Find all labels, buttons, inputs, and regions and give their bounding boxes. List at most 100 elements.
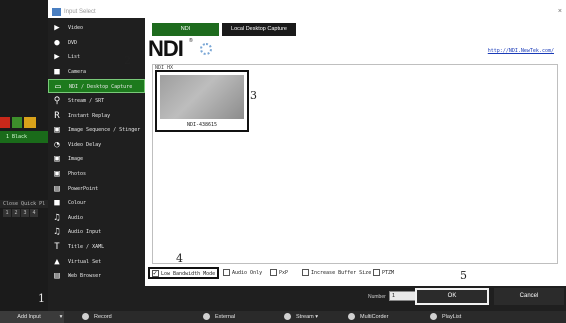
sidebar-item[interactable]: ▣ Photos	[48, 167, 145, 181]
instant-replay-icon: R	[54, 110, 60, 121]
ok-button[interactable]: OK	[415, 288, 489, 305]
sidebar-item[interactable]: ■ Colour	[48, 196, 145, 210]
sidebar-item-label: DVD	[68, 39, 78, 46]
sidebar-item-label: Stream / SRT	[68, 98, 105, 104]
dialog-title: Input Select	[64, 9, 96, 15]
annotation-5: 5	[460, 269, 467, 282]
sidebar-item[interactable]: ♫ Audio	[48, 211, 145, 225]
annotation-3: 3	[250, 89, 257, 102]
add-input-button[interactable]: Add Input	[0, 311, 58, 323]
dvd-icon: ●	[54, 37, 60, 48]
tab-ndi[interactable]: NDI	[152, 23, 219, 36]
sidebar-item[interactable]: R Instant Replay	[48, 109, 145, 123]
input-number-button[interactable]: 2	[12, 209, 20, 217]
sidebar-item-label: Title / XAML	[68, 244, 105, 250]
camera-icon: ■	[54, 66, 60, 77]
sidebar-item-label: Colour	[68, 200, 87, 207]
source-name: NDI-438615	[186, 122, 218, 128]
stream-icon: ⚲	[53, 96, 61, 106]
cancel-button[interactable]: Cancel	[494, 288, 564, 305]
low-bandwidth-label: Low Bandwidth Mode	[161, 271, 216, 277]
checkbox-icon[interactable]	[302, 269, 309, 276]
external-button[interactable]: External	[203, 311, 235, 323]
sidebar-item-label: Audio Input	[68, 229, 102, 236]
sidebar-item[interactable]: ▲ Virtual Set	[48, 255, 145, 269]
sidebar-item-label: Audio	[68, 214, 84, 221]
sidebar-item-label: Photos	[68, 171, 87, 177]
increase-buffer-checkbox[interactable]: Increase Buffer Size	[302, 268, 371, 279]
sidebar-item[interactable]: ▶ Video	[48, 21, 145, 35]
video-icon: ▶	[54, 23, 60, 33]
sidebar-item[interactable]: ▣ Image Sequence / Stinger	[48, 123, 145, 137]
checkbox-icon[interactable]	[223, 269, 230, 276]
record-button[interactable]: Record	[82, 311, 112, 323]
ndi-website-link[interactable]: http://NDI.NewTek.com/	[488, 48, 554, 54]
input-select-dialog: Input Select × ▶ Video ● DVD ▶ List ■ Camera ▭ ND…	[48, 0, 566, 311]
sidebar-item-label: Camera	[68, 68, 87, 75]
preview-thumbnail-red	[0, 117, 10, 128]
app-icon	[52, 8, 61, 16]
close-icon[interactable]: ×	[558, 7, 562, 17]
sidebar-item-label: Image Sequence / Stinger	[68, 127, 141, 134]
image-icon: ▣	[54, 154, 60, 165]
input-black-label[interactable]: 1 Black	[0, 131, 48, 143]
ptzm-label: PTZM	[382, 270, 395, 276]
multicorder-label: MultiCorder	[360, 314, 389, 320]
sidebar-item[interactable]: ▤ Web Browser	[48, 269, 145, 283]
sidebar-item-label: Video Delay	[68, 141, 102, 148]
gear-icon	[203, 313, 210, 321]
sidebar-item-label: PowerPoint	[68, 185, 99, 192]
web-browser-icon: ▤	[54, 271, 60, 282]
sidebar-item[interactable]: T Title / XAML	[48, 240, 145, 254]
sidebar-item[interactable]: ◔ Video Delay	[48, 138, 145, 152]
checkbox-icon[interactable]	[373, 269, 380, 276]
virtual-set-icon: ▲	[54, 256, 60, 267]
sidebar-item-label: NDI / Desktop Capture	[69, 84, 133, 91]
pxp-checkbox[interactable]: PxP	[270, 268, 288, 279]
sidebar-item[interactable]: ▭ NDI / Desktop Capture	[48, 79, 145, 94]
increase-buffer-label: Increase Buffer Size	[311, 270, 372, 276]
input-number-button[interactable]: 4	[30, 209, 38, 217]
low-bandwidth-checkbox[interactable]: Low Bandwidth Mode	[148, 267, 220, 279]
powerpoint-icon: ▤	[54, 183, 60, 194]
close-quick-play-label: Close Quick Pl	[0, 200, 48, 208]
dialog-footer: Number 1 ⌄ OK Cancel	[48, 286, 566, 311]
list-icon: ▶	[54, 52, 60, 63]
audio-only-label: Audio Only	[232, 270, 263, 276]
preview-thumbnail-yellow	[24, 117, 36, 128]
loading-spinner-icon	[200, 43, 212, 55]
sidebar-item[interactable]: ● DVD	[48, 36, 145, 50]
background-app-panel: 1 Black Close Quick Pl 1 2 3 4	[0, 0, 48, 315]
playlist-button[interactable]: PlayList	[430, 311, 461, 323]
sidebar-item[interactable]: ▣ Image	[48, 152, 145, 166]
audio-icon: ♫	[54, 212, 60, 223]
ptzm-checkbox[interactable]: PTZM	[373, 268, 394, 279]
sidebar-item-label: Video	[68, 25, 84, 31]
input-number-button[interactable]: 1	[3, 209, 11, 217]
title-icon: T	[54, 242, 60, 252]
gear-icon	[430, 313, 437, 321]
number-value: 1	[392, 293, 396, 299]
add-input-dropdown-icon[interactable]: ▾	[58, 311, 64, 323]
sidebar-item[interactable]: ♫ Audio Input	[48, 225, 145, 239]
sidebar-item[interactable]: ▤ PowerPoint	[48, 182, 145, 196]
sidebar-item-label: Web Browser	[68, 273, 102, 280]
pxp-label: PxP	[279, 270, 289, 276]
annotation-2: 2	[124, 54, 131, 67]
sidebar-item[interactable]: ⚲ Stream / SRT	[48, 94, 145, 108]
stream-button[interactable]: Stream ▾	[284, 311, 318, 323]
audio-only-checkbox[interactable]: Audio Only	[223, 268, 262, 279]
input-number-button[interactable]: 3	[21, 209, 29, 217]
photos-icon: ▣	[54, 169, 60, 179]
dialog-titlebar: Input Select ×	[48, 7, 566, 17]
multicorder-button[interactable]: MultiCorder	[348, 311, 388, 323]
preview-thumbnail-green	[12, 117, 22, 128]
checkbox-icon[interactable]	[270, 269, 277, 276]
ndi-source-card[interactable]: NDI-438615	[155, 70, 249, 132]
sidebar-item-label: Image	[68, 156, 84, 163]
tab-local-desktop-capture[interactable]: Local Desktop Capture	[222, 23, 296, 36]
checkbox-checked-icon[interactable]	[152, 268, 159, 279]
gear-icon	[348, 313, 355, 321]
input-number-buttons: 1 2 3 4	[0, 209, 48, 219]
number-label: Number	[368, 294, 386, 300]
